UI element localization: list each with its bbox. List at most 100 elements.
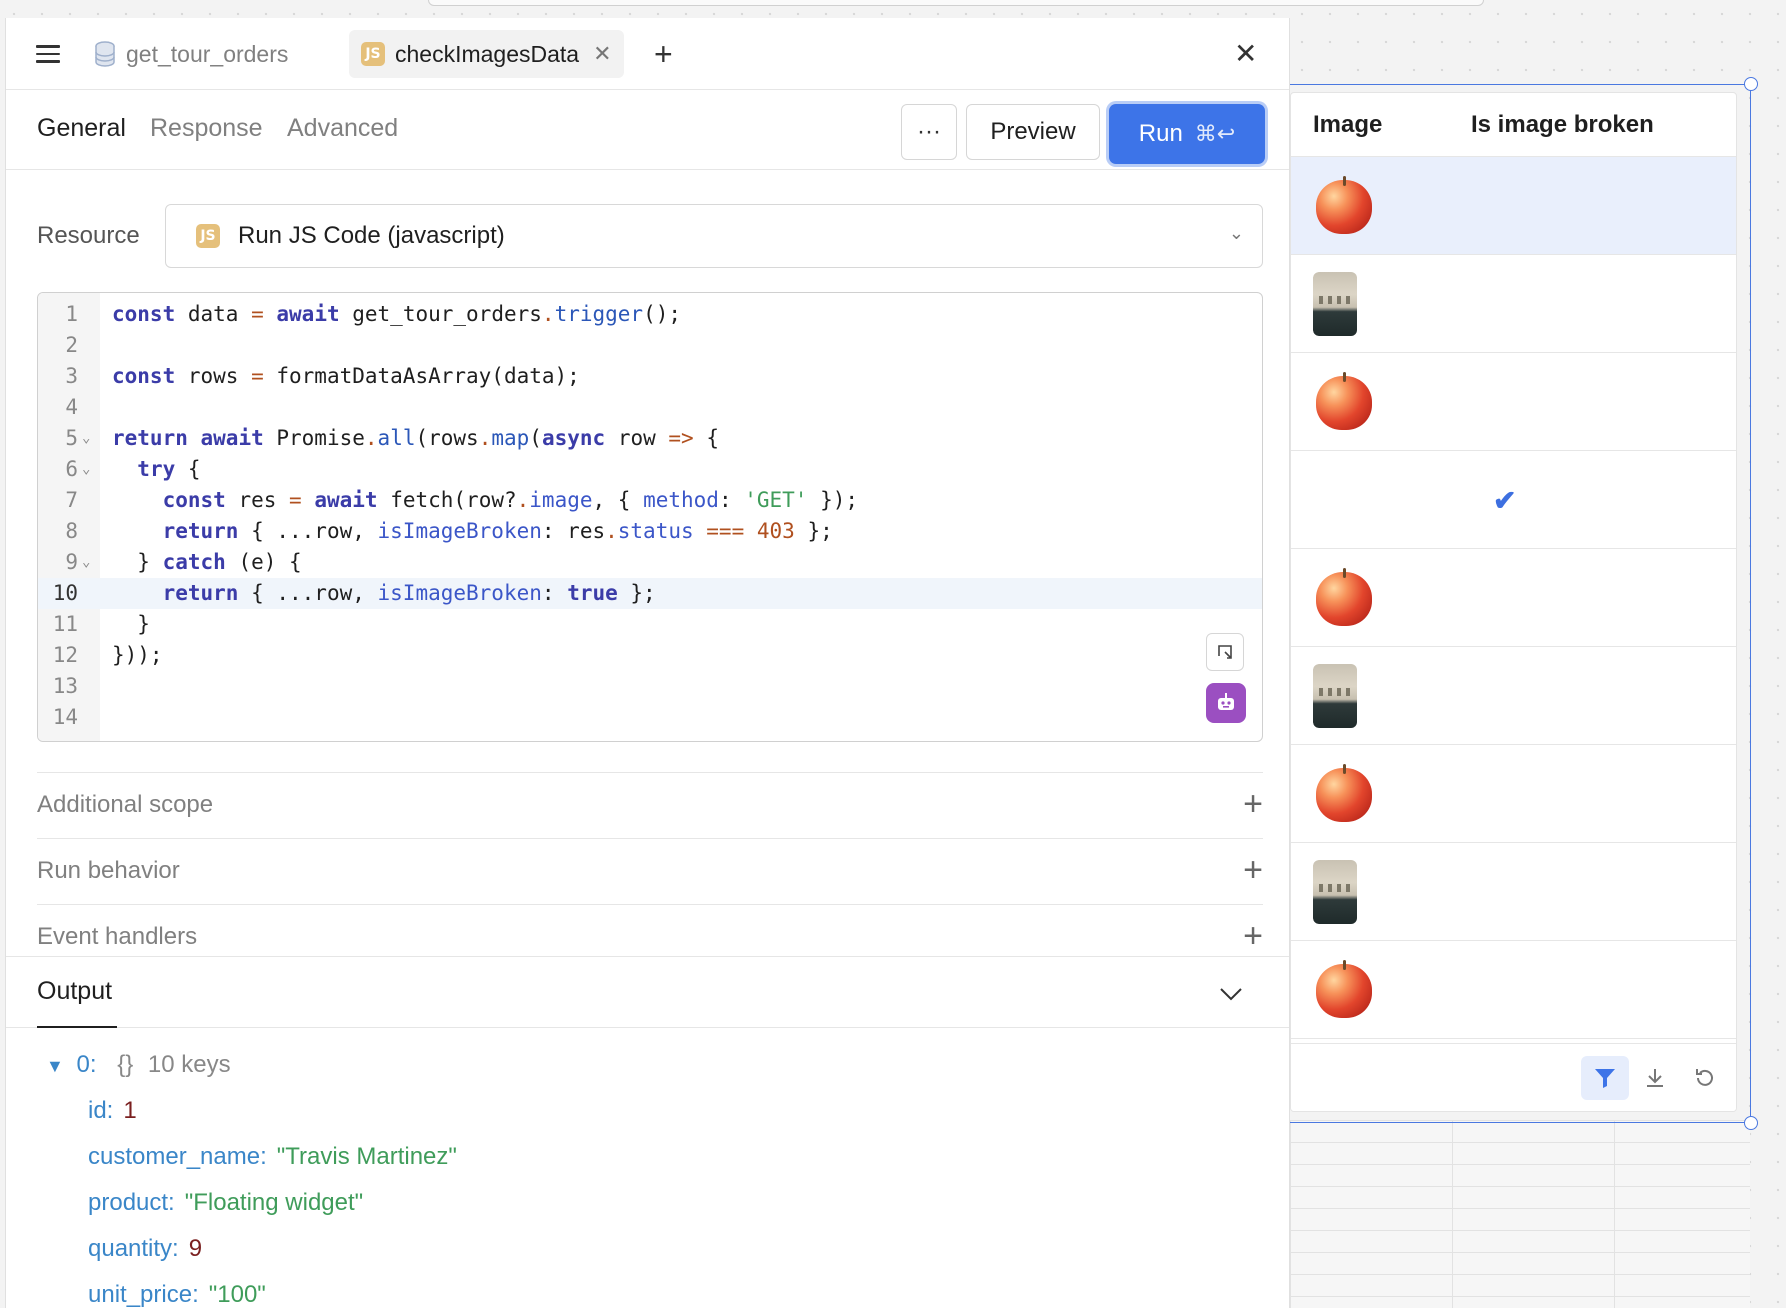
panel-close-button[interactable]: ✕ [1234,40,1257,68]
robot-icon [1218,693,1234,710]
resource-select[interactable]: JS Run JS Code (javascript) ⌄ [165,204,1263,268]
line-number: 4 [65,395,78,419]
code-line[interactable]: 11 } [38,609,1262,640]
code-line[interactable]: 13 [38,671,1262,702]
line-number: 5 [65,426,78,450]
tree-field-row[interactable]: product: "Floating widget" [88,1188,363,1218]
section-run-behavior[interactable]: Run behavior + [37,838,1263,904]
line-number: 10 [52,581,78,605]
plus-icon[interactable]: + [1243,785,1263,824]
resize-handle-top-right[interactable] [1744,77,1758,91]
code-text: const data = await get_tour_orders.trigg… [112,302,682,326]
subtab-response[interactable]: Response [150,114,263,143]
run-button-label: Run [1138,120,1183,147]
line-number: 13 [52,674,78,698]
code-line[interactable]: 1 const data = await get_tour_orders.tri… [38,299,1262,330]
tree-key: id: [88,1097,114,1124]
line-number: 2 [65,333,78,357]
more-options-button[interactable]: ··· [901,104,957,160]
section-label: Event handlers [37,923,198,950]
ai-assist-button[interactable] [1206,683,1246,723]
code-line[interactable]: 8 return { ...row, isImageBroken: res.st… [38,516,1262,547]
tab-label: get_tour_orders [126,40,289,67]
chevron-down-icon: ⌄ [1228,223,1244,243]
code-line[interactable]: 9 ⌄ } catch (e) { [38,547,1262,578]
database-icon [95,41,115,67]
hamburger-icon[interactable] [36,45,60,63]
line-number: 1 [65,302,78,326]
run-shortcut: ⌘↩ [1194,121,1236,147]
resource-label: Resource [37,222,140,249]
code-line[interactable]: 3 const rows = formatDataAsArray(data); [38,361,1262,392]
tree-field-row[interactable]: unit_price: "100" [88,1280,266,1308]
table-selection-outline [1284,84,1751,1123]
close-icon[interactable]: ✕ [593,41,611,67]
code-text: } [112,612,150,636]
plus-icon[interactable]: + [654,38,673,70]
tree-key: 0: [76,1051,97,1078]
query-editor-panel: get_tour_orders JS checkImagesData ✕ + ✕… [5,18,1290,1308]
query-subtab-bar: General Response Advanced ··· Preview Ru… [6,90,1289,170]
code-line-active[interactable]: 10 return { ...row, isImageBroken: true … [38,578,1262,609]
canvas-grid [1290,1120,1750,1308]
subtab-general[interactable]: General [37,114,126,143]
output-tab-underline [37,1026,117,1028]
code-line[interactable]: 4 [38,392,1262,423]
fold-chevron-icon[interactable]: ⌄ [82,454,90,485]
triangle-down-icon[interactable]: ▼ [46,1056,64,1076]
plus-icon[interactable]: + [1243,851,1263,890]
tree-key: product: [88,1189,175,1216]
code-text: })); [112,643,163,667]
tree-key: customer_name: [88,1143,267,1170]
js-icon: JS [196,224,220,248]
output-tab[interactable]: Output [37,977,112,1006]
tree-field-row[interactable]: quantity: 9 [88,1234,202,1264]
tree-key: unit_price: [88,1281,199,1308]
section-label: Additional scope [37,791,214,818]
code-text: const res = await fetch(row?.image, { me… [162,488,859,512]
tab-get-tour-orders[interactable]: get_tour_orders [94,30,288,78]
section-additional-scope[interactable]: Additional scope + [37,772,1263,838]
js-icon: JS [361,42,385,66]
tree-value: 1 [123,1097,137,1124]
chevron-down-icon[interactable] [1219,981,1243,1007]
code-line[interactable]: 2 [38,330,1262,361]
tree-field-row[interactable]: id: 1 [88,1096,137,1126]
code-text: return { ...row, isImageBroken: true }; [162,581,656,605]
plus-icon[interactable]: + [1243,917,1263,956]
fold-chevron-icon[interactable]: ⌄ [82,547,90,578]
tree-key: quantity: [88,1235,179,1262]
subtab-advanced[interactable]: Advanced [287,114,398,143]
line-number: 11 [52,612,78,636]
expand-editor-button[interactable] [1206,633,1244,671]
preview-button[interactable]: Preview [966,104,1100,160]
tree-value: "Travis Martinez" [276,1143,457,1170]
resize-handle-bottom-right[interactable] [1744,1116,1758,1130]
code-text: const rows = formatDataAsArray(data); [112,364,580,388]
tree-field-row[interactable]: customer_name: "Travis Martinez" [88,1142,457,1172]
canvas-top-bar [428,0,1484,6]
code-line[interactable]: 5 ⌄ return await Promise.all(rows.map(as… [38,423,1262,454]
tree-object-meta: {} [117,1051,134,1078]
run-button[interactable]: Run ⌘↩ [1109,104,1265,164]
fold-chevron-icon[interactable]: ⌄ [82,423,90,454]
output-header: Output [6,956,1289,1028]
line-number: 3 [65,364,78,388]
code-line[interactable]: 6 ⌄ try { [38,454,1262,485]
tab-check-images-data[interactable]: JS checkImagesData ✕ [349,30,624,78]
section-label: Run behavior [37,857,180,884]
tree-root-row[interactable]: ▼ 0: {} 10 keys [46,1050,231,1080]
code-line[interactable]: 7 const res = await fetch(row?.image, { … [38,485,1262,516]
tree-value: 9 [188,1235,203,1262]
expand-icon [1218,645,1232,659]
code-editor[interactable]: 1 const data = await get_tour_orders.tri… [37,292,1263,742]
code-line[interactable]: 14 [38,702,1262,733]
query-tab-bar: get_tour_orders JS checkImagesData ✕ + ✕ [6,18,1289,90]
tree-value: "100" [208,1281,266,1308]
code-line[interactable]: 12 })); [38,640,1262,671]
tree-value: "Floating widget" [184,1189,364,1216]
code-text: } catch (e) { [112,550,302,574]
line-number: 7 [65,488,78,512]
tree-key-count: 10 keys [147,1051,231,1078]
resource-value: Run JS Code (javascript) [238,222,505,249]
